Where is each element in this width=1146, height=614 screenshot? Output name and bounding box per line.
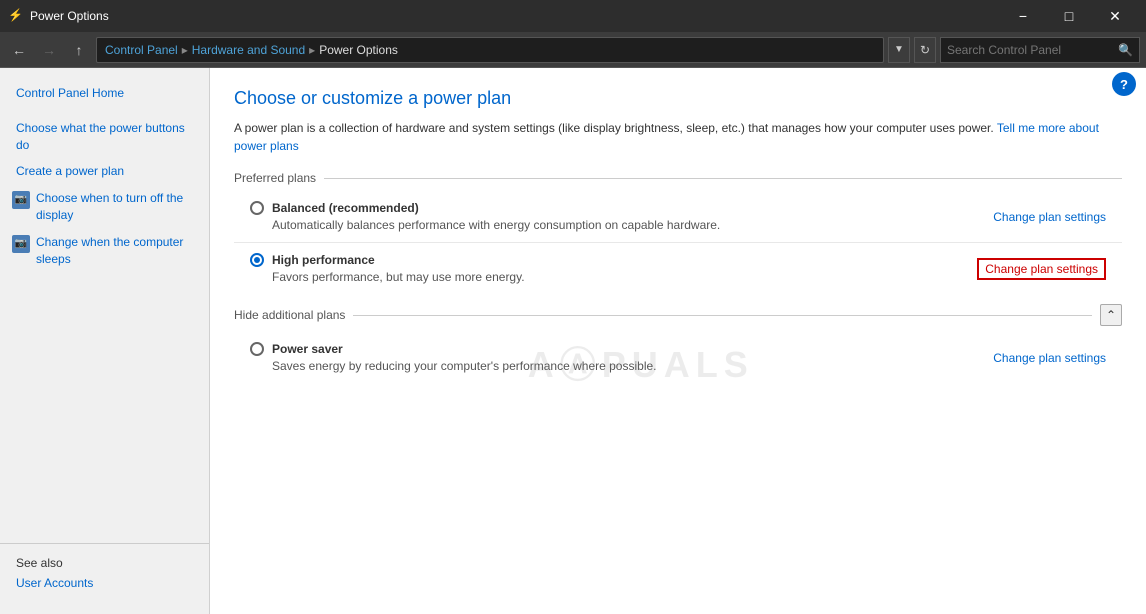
plan-highperf-desc: Favors performance, but may use more ene… <box>272 270 977 284</box>
path-separator-1: ▸ <box>182 43 188 57</box>
sidebar: Control Panel Home Choose what the power… <box>0 68 210 614</box>
minimize-button[interactable]: − <box>1000 0 1046 32</box>
description-text: A power plan is a collection of hardware… <box>234 121 994 135</box>
address-path: Control Panel ▸ Hardware and Sound ▸ Pow… <box>96 37 884 63</box>
plan-row-highperf: High performance Favors performance, but… <box>234 243 1122 294</box>
additional-toggle-button[interactable]: ⌃ <box>1100 304 1122 326</box>
refresh-button[interactable]: ↻ <box>914 37 936 63</box>
additional-separator-line <box>353 315 1092 316</box>
sidebar-see-also: See also User Accounts <box>0 543 209 602</box>
help-button[interactable]: ? <box>1112 72 1136 96</box>
plan-balanced-left: Balanced (recommended) Automatically bal… <box>250 201 993 232</box>
content-description: A power plan is a collection of hardware… <box>234 119 1122 155</box>
title-bar: ⚡ Power Options − □ ✕ <box>0 0 1146 32</box>
change-plan-highperf-link[interactable]: Change plan settings <box>977 258 1106 280</box>
breadcrumb-current: Power Options <box>319 43 398 57</box>
sidebar-item-computer-sleeps[interactable]: 📷 Change when the computer sleeps <box>0 229 209 273</box>
close-button[interactable]: ✕ <box>1092 0 1138 32</box>
up-button[interactable]: ↑ <box>66 37 92 63</box>
path-separator-2: ▸ <box>309 43 315 57</box>
preferred-separator: Preferred plans <box>234 171 1122 185</box>
plan-powersaver-name-row: Power saver <box>250 342 993 356</box>
sidebar-item-sleeps-label: Change when the computer sleeps <box>36 234 197 268</box>
maximize-button[interactable]: □ <box>1046 0 1092 32</box>
content-title: Choose or customize a power plan <box>234 88 1122 109</box>
plan-row-powersaver: Power saver Saves energy by reducing you… <box>234 332 1122 383</box>
breadcrumb-hardware[interactable]: Hardware and Sound <box>192 43 305 57</box>
back-button[interactable]: ← <box>6 37 32 63</box>
plan-balanced-desc: Automatically balances performance with … <box>272 218 993 232</box>
monitor-icon: 📷 <box>12 191 30 209</box>
search-box: 🔍 <box>940 37 1140 63</box>
breadcrumb-controlpanel[interactable]: Control Panel <box>105 43 178 57</box>
additional-separator: Hide additional plans ⌃ <box>234 304 1122 326</box>
see-also-label: See also <box>16 556 193 570</box>
address-bar: ← → ↑ Control Panel ▸ Hardware and Sound… <box>0 32 1146 68</box>
address-right-controls: ▼ ↻ 🔍 <box>888 37 1140 63</box>
plan-row-balanced: Balanced (recommended) Automatically bal… <box>234 191 1122 243</box>
radio-powersaver[interactable] <box>250 342 264 356</box>
see-also-user-accounts[interactable]: User Accounts <box>16 576 193 590</box>
plan-balanced-name-row: Balanced (recommended) <box>250 201 993 215</box>
radio-balanced[interactable] <box>250 201 264 215</box>
additional-label: Hide additional plans <box>234 308 345 322</box>
path-dropdown-button[interactable]: ▼ <box>888 37 910 63</box>
search-icon: 🔍 <box>1118 43 1133 57</box>
preferred-plans-section: Preferred plans Balanced (recommended) A… <box>234 171 1122 294</box>
preferred-label: Preferred plans <box>234 171 316 185</box>
plan-highperf-name: High performance <box>272 253 375 267</box>
window-title: Power Options <box>30 9 1000 23</box>
window-icon: ⚡ <box>8 8 24 24</box>
content-area: AⒶPUALS Choose or customize a power plan… <box>210 68 1146 614</box>
plan-balanced-name: Balanced (recommended) <box>272 201 419 215</box>
plan-powersaver-desc: Saves energy by reducing your computer's… <box>272 359 993 373</box>
radio-highperf[interactable] <box>250 253 264 267</box>
change-plan-balanced-link[interactable]: Change plan settings <box>993 210 1106 224</box>
plan-powersaver-left: Power saver Saves energy by reducing you… <box>250 342 993 373</box>
sidebar-item-create-plan[interactable]: Create a power plan <box>0 158 209 185</box>
main-window: Control Panel Home Choose what the power… <box>0 68 1146 614</box>
plan-powersaver-name: Power saver <box>272 342 343 356</box>
forward-button[interactable]: → <box>36 37 62 63</box>
change-plan-powersaver-link[interactable]: Change plan settings <box>993 351 1106 365</box>
additional-plans-section: Hide additional plans ⌃ Power saver Save… <box>234 304 1122 383</box>
radio-highperf-dot <box>254 257 260 263</box>
sidebar-nav: Choose what the power buttons do Create … <box>0 115 209 273</box>
sidebar-item-turn-off-label: Choose when to turn off the display <box>36 190 197 224</box>
sidebar-item-power-buttons[interactable]: Choose what the power buttons do <box>0 115 209 159</box>
window-controls: − □ ✕ <box>1000 0 1138 32</box>
preferred-separator-line <box>324 178 1122 179</box>
sidebar-item-home[interactable]: Control Panel Home <box>0 80 209 107</box>
sidebar-item-turn-off-display[interactable]: 📷 Choose when to turn off the display <box>0 185 209 229</box>
sleep-icon: 📷 <box>12 235 30 253</box>
plan-highperf-left: High performance Favors performance, but… <box>250 253 977 284</box>
search-input[interactable] <box>947 43 1114 57</box>
plan-highperf-name-row: High performance <box>250 253 977 267</box>
